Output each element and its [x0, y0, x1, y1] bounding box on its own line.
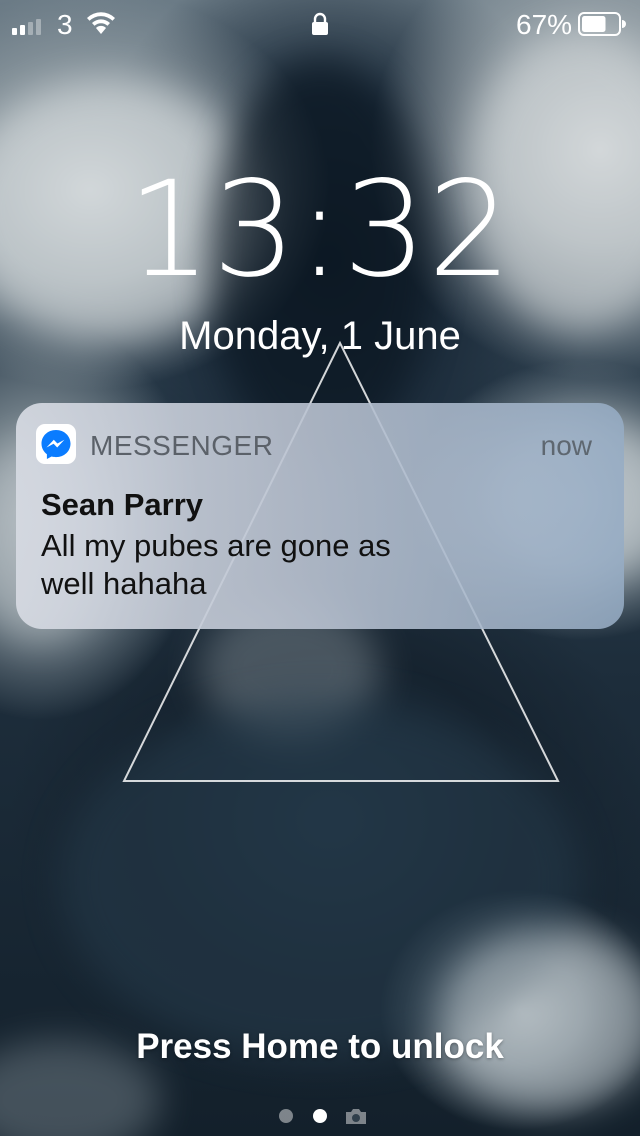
lock-icon — [312, 12, 328, 35]
page-indicator[interactable] — [0, 1104, 640, 1128]
wifi-icon — [87, 12, 115, 34]
unlock-hint: Press Home to unlock — [136, 1027, 504, 1066]
camera-icon[interactable] — [344, 1106, 368, 1126]
notification-time: now — [540, 430, 592, 461]
notification-sender: Sean Parry — [41, 487, 203, 522]
battery-icon — [578, 12, 626, 36]
lock-screen-date: Monday, 1 June — [179, 314, 461, 358]
status-bar: 3 67% — [0, 0, 640, 48]
battery-percentage: 67% — [516, 9, 573, 40]
notification-message: All my pubes are gone as well hahaha — [41, 528, 391, 601]
carrier-name: 3 — [57, 9, 73, 40]
page-dot[interactable] — [279, 1109, 293, 1123]
signal-icon — [12, 19, 41, 35]
notification-card[interactable]: MESSENGER now Sean Parry All my pubes ar… — [16, 403, 624, 629]
messenger-icon — [36, 424, 76, 464]
notification-app-name: MESSENGER — [90, 430, 274, 461]
page-dot-active[interactable] — [313, 1109, 327, 1123]
lock-screen-time: 13:32 — [127, 153, 513, 307]
